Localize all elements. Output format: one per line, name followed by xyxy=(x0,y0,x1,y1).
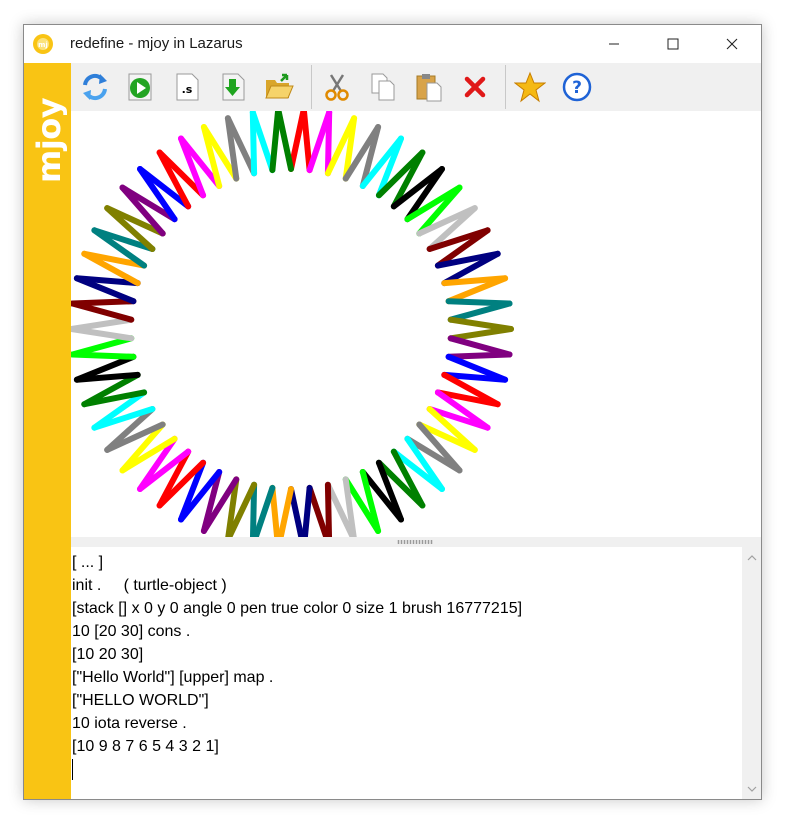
favorite-star-icon xyxy=(514,71,546,103)
turtle-stroke xyxy=(445,351,513,360)
turtle-stroke xyxy=(71,316,135,332)
favorite-button[interactable] xyxy=(512,69,548,105)
download-icon xyxy=(222,73,245,101)
app-window: mj redefine - mjoy in Lazarus mjoy .s ? … xyxy=(23,24,762,800)
help-icon: ? xyxy=(562,72,592,102)
toolbar: .s ? xyxy=(71,63,761,111)
minimize-button[interactable] xyxy=(584,25,643,63)
console-line: [ ... ] xyxy=(72,554,104,571)
maximize-button[interactable] xyxy=(643,25,702,63)
cut-button[interactable] xyxy=(319,69,355,105)
console-line: init . ( turtle-object ) xyxy=(72,577,227,594)
turtle-stroke xyxy=(301,484,313,537)
scroll-down-button[interactable] xyxy=(742,780,761,797)
turtle-stroke xyxy=(269,111,282,174)
console-output[interactable]: [ ... ] init . ( turtle-object ) [stack … xyxy=(71,547,761,799)
paste-icon xyxy=(416,74,442,102)
title-bar[interactable]: mj redefine - mjoy in Lazarus xyxy=(24,25,761,63)
window-title: redefine - mjoy in Lazarus xyxy=(70,35,243,52)
console-line: ["Hello World"] [upper] map . xyxy=(72,669,274,686)
run-icon xyxy=(128,73,152,101)
turtle-stroke xyxy=(324,481,333,537)
turtle-stroke xyxy=(269,484,281,537)
open-folder-icon xyxy=(265,73,294,99)
refresh-button[interactable] xyxy=(77,69,113,105)
source-file-button[interactable]: .s xyxy=(169,69,205,105)
mjoy-app-icon: mj xyxy=(33,34,53,54)
splitter-handle[interactable] xyxy=(71,537,761,547)
turtle-stroke xyxy=(288,486,305,537)
svg-text:?: ? xyxy=(572,78,582,98)
chevron-up-icon xyxy=(747,554,756,560)
turtle-canvas[interactable] xyxy=(71,111,761,537)
refresh-icon xyxy=(83,73,107,101)
copy-button[interactable] xyxy=(365,69,401,105)
turtle-drawing xyxy=(71,111,514,537)
minimize-icon xyxy=(608,43,619,45)
console-scrollbar[interactable] xyxy=(742,547,761,799)
turtle-stroke xyxy=(71,335,135,358)
turtle-stroke xyxy=(277,486,294,537)
close-button[interactable] xyxy=(702,25,761,63)
text-caret xyxy=(72,759,73,780)
toolbar-separator xyxy=(505,65,506,109)
turtle-stroke xyxy=(447,326,514,342)
scroll-up-button[interactable] xyxy=(742,549,761,566)
turtle-stroke xyxy=(275,111,294,172)
turtle-stroke xyxy=(300,111,313,174)
console-line: 10 [20 30] cons . xyxy=(72,623,191,640)
copy-icon xyxy=(371,73,395,101)
run-button[interactable] xyxy=(123,69,159,105)
delete-button[interactable] xyxy=(457,69,493,105)
turtle-stroke xyxy=(71,298,137,307)
download-button[interactable] xyxy=(215,69,251,105)
turtle-stroke xyxy=(447,300,513,323)
svg-text:mj: mj xyxy=(38,41,48,49)
paste-button[interactable] xyxy=(411,69,447,105)
toolbar-separator xyxy=(311,65,312,109)
console-lines: [ ... ] init . ( turtle-object ) [stack … xyxy=(72,551,522,780)
splitter-grip xyxy=(397,540,433,544)
console-line: ["HELLO WORLD"] xyxy=(72,692,209,709)
open-folder-button[interactable] xyxy=(261,69,297,105)
source-file-icon: .s xyxy=(176,73,199,101)
delete-icon xyxy=(464,76,486,98)
console-line: [10 9 8 7 6 5 4 3 2 1] xyxy=(72,738,219,755)
brand-sidebar: mjoy xyxy=(24,63,71,799)
cut-icon xyxy=(325,74,349,101)
sidebar-brand-label: mjoy xyxy=(30,97,68,183)
close-icon xyxy=(726,38,737,50)
maximize-icon xyxy=(667,38,678,50)
svg-text:.s: .s xyxy=(182,83,193,96)
console-line: [stack [] x 0 y 0 angle 0 pen true color… xyxy=(72,600,523,617)
console-line: 10 iota reverse . xyxy=(72,715,187,732)
chevron-down-icon xyxy=(747,786,756,792)
console-line: [10 20 30] xyxy=(72,646,144,663)
help-button[interactable]: ? xyxy=(559,69,595,105)
